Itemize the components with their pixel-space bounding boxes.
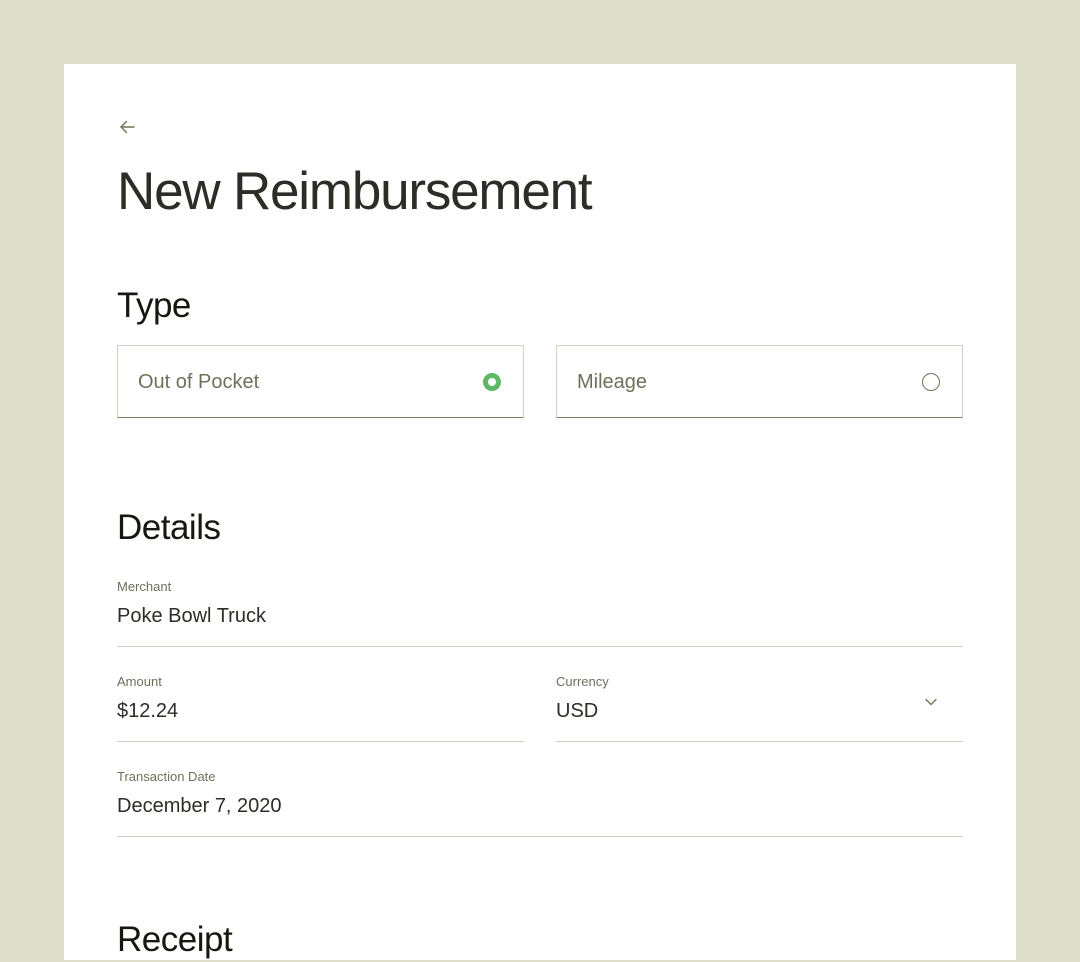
currency-label: Currency xyxy=(556,674,609,689)
type-option-label: Out of Pocket xyxy=(138,371,260,393)
currency-select[interactable]: Currency USD xyxy=(556,674,963,742)
receipt-section-title: Receipt xyxy=(117,920,233,959)
amount-label: Amount xyxy=(117,674,162,689)
amount-field[interactable]: Amount $12.24 xyxy=(117,674,524,742)
radio-checked-icon[interactable] xyxy=(483,373,501,391)
transaction-date-label: Transaction Date xyxy=(117,769,216,784)
details-section-title: Details xyxy=(117,508,221,547)
arrow-left-icon xyxy=(120,120,135,134)
chevron-down-icon[interactable] xyxy=(923,694,939,710)
radio-unchecked-icon[interactable] xyxy=(922,373,940,391)
merchant-field[interactable]: Merchant Poke Bowl Truck xyxy=(117,579,963,647)
amount-value[interactable]: $12.24 xyxy=(117,698,178,724)
type-option-mileage[interactable]: Mileage xyxy=(556,345,963,418)
back-button[interactable] xyxy=(117,116,139,138)
type-option-label: Mileage xyxy=(577,371,648,393)
type-option-out-of-pocket[interactable]: Out of Pocket xyxy=(117,345,524,418)
currency-value[interactable]: USD xyxy=(556,698,598,724)
merchant-label: Merchant xyxy=(117,579,172,594)
transaction-date-value[interactable]: December 7, 2020 xyxy=(117,793,282,819)
reimbursement-card: New Reimbursement Type Out of Pocket Mil… xyxy=(64,64,1016,960)
transaction-date-field[interactable]: Transaction Date December 7, 2020 xyxy=(117,769,963,837)
merchant-value[interactable]: Poke Bowl Truck xyxy=(117,603,266,629)
type-section-title: Type xyxy=(117,286,191,325)
page-title: New Reimbursement xyxy=(117,162,593,221)
